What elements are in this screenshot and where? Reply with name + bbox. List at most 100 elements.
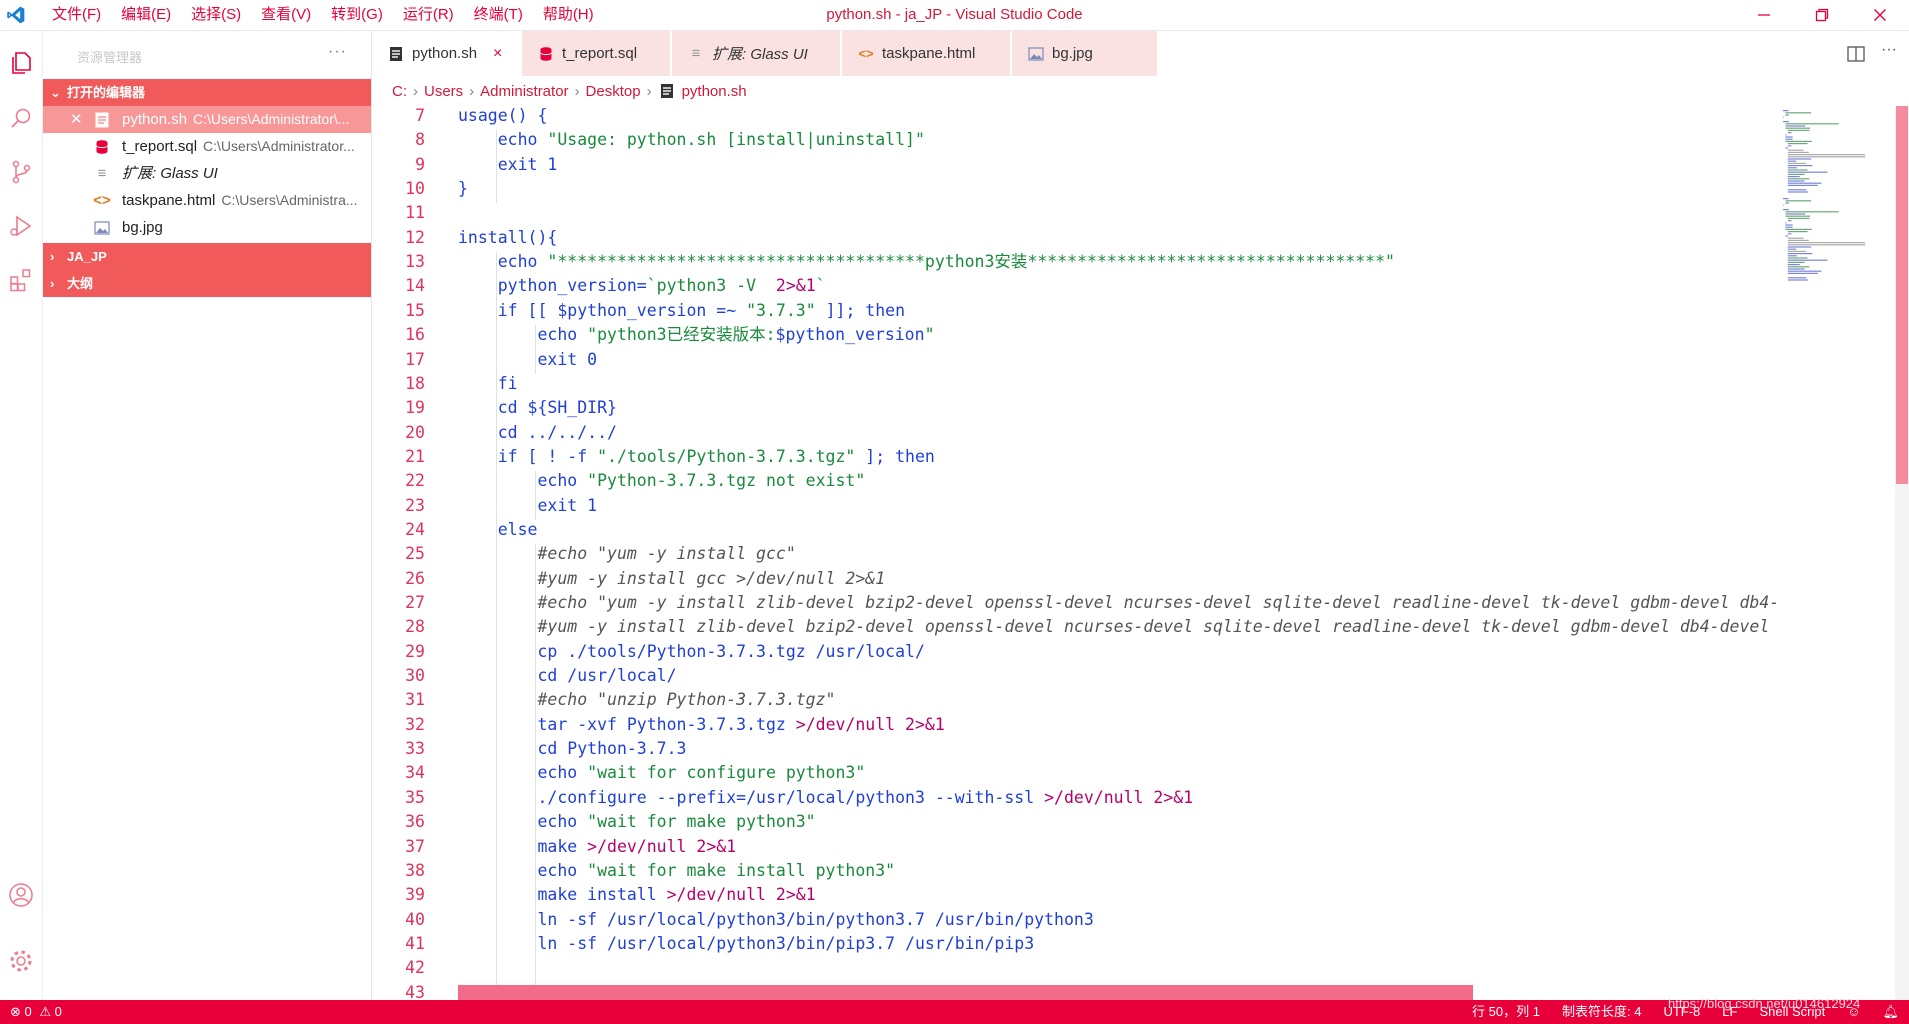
minimap-line: [1783, 209, 1789, 211]
tab-extension-glass-ui[interactable]: ≡ 扩展: Glass UI: [672, 31, 840, 76]
code-text: echo "**********************************…: [458, 252, 1395, 272]
minimap-line: [1787, 171, 1828, 173]
minimap-line: [1787, 264, 1800, 266]
menu-terminal[interactable]: 终端(T): [464, 0, 533, 30]
indentation[interactable]: 制表符长度: 4: [1562, 1000, 1641, 1024]
minimap-line: [1787, 253, 1813, 255]
open-editor-item[interactable]: ✕ python.sh C:\Users\Administrator\...: [43, 106, 371, 133]
line-number: 36: [405, 812, 425, 832]
source-control-icon[interactable]: [8, 159, 34, 185]
explorer-icon[interactable]: [8, 50, 34, 76]
editor-tab-bar: python.sh × t_report.sql ≡ 扩展: Glass UI …: [372, 31, 1909, 76]
indent-guide: [535, 325, 536, 374]
line-number: 25: [405, 544, 425, 564]
error-count: 0: [24, 1004, 32, 1019]
more-actions-icon[interactable]: ···: [328, 43, 347, 61]
gear-icon[interactable]: [8, 948, 34, 974]
minimize-icon: [1758, 14, 1770, 16]
breadcrumb-item[interactable]: Desktop: [586, 83, 641, 100]
code-line: 35 ./configure --prefix=/usr/local/pytho…: [372, 786, 1777, 810]
explorer-sidebar: 资源管理器 ··· ⌄ 打开的编辑器 ✕ python.sh C:\Users\A…: [43, 31, 372, 1000]
close-icon[interactable]: ✕: [70, 106, 83, 133]
folder-section[interactable]: › JA_JP: [43, 243, 371, 270]
minimap-line: [1787, 165, 1813, 167]
tab-bg-jpg[interactable]: bg.jpg: [1012, 31, 1157, 76]
tab-python-sh[interactable]: python.sh ×: [372, 31, 520, 76]
breadcrumb-item[interactable]: Administrator: [480, 83, 568, 100]
minimap-line: [1787, 233, 1792, 235]
tab-label: python.sh: [412, 45, 478, 62]
minimap-line: [1785, 138, 1793, 140]
menu-file[interactable]: 文件(F): [42, 0, 111, 30]
line-number: 28: [405, 617, 425, 637]
line-number: 9: [415, 154, 425, 174]
open-editors-section[interactable]: ⌄ 打开的编辑器: [43, 79, 371, 106]
line-number: 34: [405, 763, 425, 783]
problems-indicator[interactable]: ⊗ 0 ⚠ 0: [10, 1000, 62, 1024]
sidebar-title: 资源管理器: [77, 50, 143, 65]
tab-t-report-sql[interactable]: t_report.sql: [522, 31, 670, 76]
scrollbar-thumb[interactable]: [1896, 106, 1908, 484]
vscode-logo-icon[interactable]: [6, 5, 26, 25]
open-editor-item[interactable]: t_report.sql C:\Users\Administrator...: [43, 133, 371, 160]
extension-icon: ≡: [97, 165, 107, 182]
minimap[interactable]: [1777, 106, 1895, 1000]
outline-section[interactable]: › 大纲: [43, 270, 371, 297]
cursor-position[interactable]: 行 50，列 1: [1472, 1000, 1540, 1024]
notifications-icon[interactable]: 🔔︎: [1882, 1000, 1899, 1024]
tab-label: taskpane.html: [882, 45, 976, 62]
restore-button[interactable]: [1793, 0, 1851, 30]
menu-view[interactable]: 查看(V): [251, 0, 321, 30]
menu-selection[interactable]: 选择(S): [181, 0, 251, 30]
line-number: 8: [415, 130, 425, 150]
warning-count: 0: [54, 1004, 62, 1019]
split-editor-icon[interactable]: [1847, 45, 1865, 63]
activity-bar: [0, 31, 43, 1000]
chevron-down-icon: ⌄: [50, 85, 61, 100]
minimap-line: [1787, 255, 1797, 257]
search-icon[interactable]: [8, 106, 34, 132]
minimize-button[interactable]: [1735, 0, 1793, 30]
tab-taskpane-html[interactable]: <> taskpane.html: [842, 31, 1010, 76]
open-editor-path: C:\Users\Administra...: [221, 192, 358, 208]
minimap-line: [1787, 167, 1797, 169]
menu-edit[interactable]: 编辑(E): [111, 0, 181, 30]
code-line: 32 tar -xvf Python-3.7.3.tgz >/dev/null …: [372, 713, 1777, 737]
breadcrumb-item[interactable]: Users: [424, 83, 463, 100]
minimap-line: [1787, 151, 1809, 153]
open-editor-item[interactable]: bg.jpg: [43, 214, 371, 241]
line-number: 38: [405, 860, 425, 880]
line-number: 16: [405, 325, 425, 345]
code-editor[interactable]: 7 usage() {8 echo "Usage: python.sh [inst…: [372, 106, 1777, 1000]
menu-run[interactable]: 运行(R): [393, 0, 464, 30]
close-icon[interactable]: ×: [493, 45, 502, 63]
close-window-button[interactable]: [1851, 0, 1909, 30]
code-line: 39 make install >/dev/null 2>&1: [372, 883, 1777, 907]
minimap-line: [1787, 244, 1866, 246]
line-number: 39: [405, 885, 425, 905]
code-line: 38 echo "wait for make install python3": [372, 859, 1777, 883]
line-number: 29: [405, 641, 425, 661]
breadcrumb-item[interactable]: C:: [392, 83, 407, 100]
minimap-line: [1785, 226, 1793, 228]
extension-icon: ≡: [691, 45, 701, 62]
open-editor-item[interactable]: <> taskpane.html C:\Users\Administra...: [43, 187, 371, 214]
open-editor-item[interactable]: ≡ 扩展: Glass UI: [43, 160, 371, 187]
database-icon: [93, 133, 111, 160]
line-number: 21: [405, 446, 425, 466]
accounts-icon[interactable]: [8, 882, 34, 908]
breadcrumb-item[interactable]: python.sh: [682, 83, 747, 100]
code-text: #echo "yum -y install zlib-devel bzip2-d…: [458, 593, 1777, 612]
menu-go[interactable]: 转到(G): [321, 0, 393, 30]
run-debug-icon[interactable]: [8, 213, 34, 239]
more-actions-icon[interactable]: ···: [1881, 41, 1897, 59]
code-text: ./configure --prefix=/usr/local/python3 …: [458, 787, 1194, 807]
code-line: 36 echo "wait for make python3": [372, 810, 1777, 834]
minimap-line: [1785, 202, 1789, 204]
extensions-icon[interactable]: [8, 267, 34, 293]
minimap-line: [1783, 204, 1784, 206]
code-line: 24 else: [372, 518, 1777, 542]
minimap-line: [1785, 127, 1810, 129]
menu-help[interactable]: 帮助(H): [533, 0, 604, 30]
minimap-line: [1787, 250, 1806, 252]
